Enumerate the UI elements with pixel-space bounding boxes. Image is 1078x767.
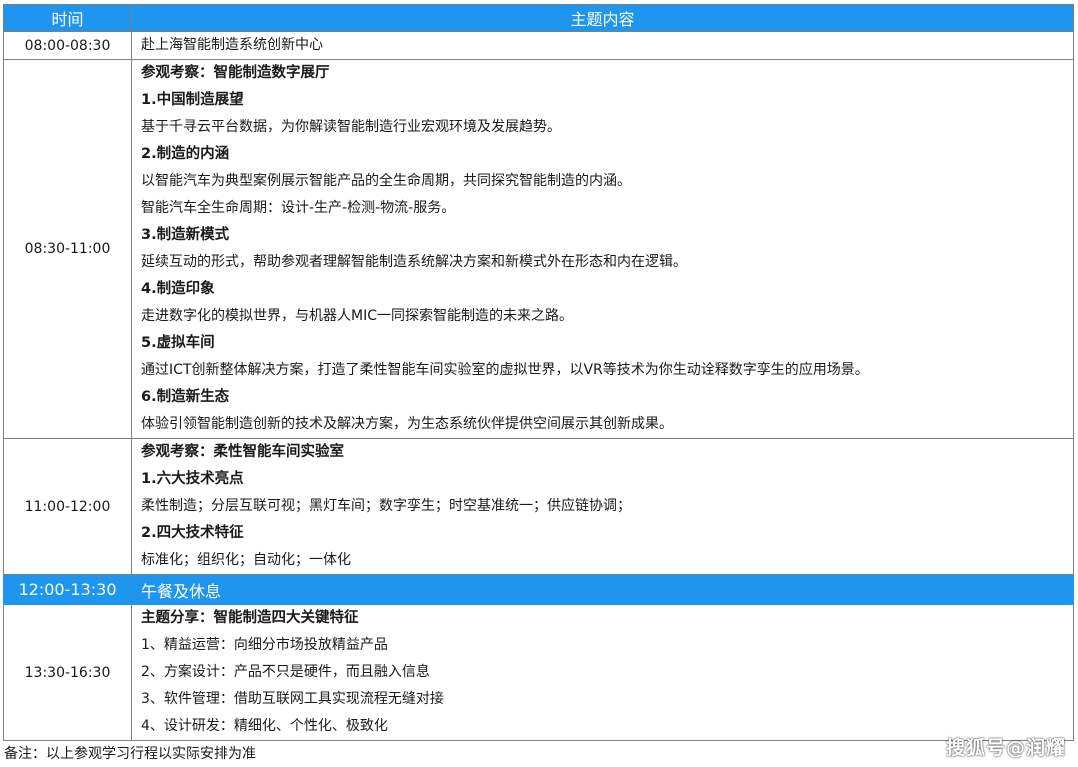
time-cell: 13:30-16:30 [3, 604, 132, 741]
section-heading: 3.制造新模式 [141, 227, 230, 243]
content-line: 标准化；组织化；自动化；一体化 [141, 552, 351, 568]
content-line: 基于千寻云平台数据，为你解读智能制造行业宏观环境及发展趋势。 [141, 119, 561, 135]
section-heading: 5.虚拟车间 [141, 335, 215, 351]
lunch-time-cell: 12:00-13:30 [3, 574, 132, 605]
content-cell: 主题分享：智能制造四大关键特征 1、精益运营：向细分市场投放精益产品 2、方案设… [131, 604, 1074, 741]
content-line: 通过ICT创新整体解决方案，打造了柔性智能车间实验室的虚拟世界，以VR等技术为你… [141, 362, 869, 378]
content-line: 走进数字化的模拟世界，与机器人MIC一同探索智能制造的未来之路。 [141, 308, 573, 324]
section-title: 主题分享：智能制造四大关键特征 [141, 610, 359, 626]
content-cell: 参观考察：柔性智能车间实验室 1.六大技术亮点 柔性制造；分层互联可视；黑灯车间… [131, 438, 1074, 575]
table-row: 08:30-11:00 参观考察：智能制造数字展厅 1.中国制造展望 基于千寻云… [3, 59, 1074, 439]
content-line: 以智能汽车为典型案例展示智能产品的全生命周期，共同探究智能制造的内涵。 [141, 173, 631, 189]
section-heading: 4.制造印象 [141, 281, 215, 297]
section-heading: 1.六大技术亮点 [141, 471, 244, 487]
table-row: 13:30-16:30 主题分享：智能制造四大关键特征 1、精益运营：向细分市场… [3, 604, 1074, 741]
content-line: 赴上海智能制造系统创新中心 [141, 37, 323, 53]
section-title: 参观考察：智能制造数字展厅 [141, 65, 330, 81]
time-cell: 08:30-11:00 [3, 59, 132, 439]
section-heading: 1.中国制造展望 [141, 92, 244, 108]
content-line: 4、设计研发：精细化、个性化、极致化 [141, 718, 388, 734]
table-header-row: 时间 主题内容 [3, 4, 1074, 32]
content-line: 1、精益运营：向细分市场投放精益产品 [141, 637, 388, 653]
content-line: 3、软件管理：借助互联网工具实现流程无缝对接 [141, 691, 444, 707]
watermark: 搜狐号@润耀 [945, 737, 1066, 759]
time-cell: 08:00-08:30 [3, 31, 132, 60]
content-line: 2、方案设计：产品不只是硬件，而且融入信息 [141, 664, 430, 680]
time-cell: 11:00-12:00 [3, 438, 132, 575]
section-heading: 6.制造新生态 [141, 389, 230, 405]
table-row: 11:00-12:00 参观考察：柔性智能车间实验室 1.六大技术亮点 柔性制造… [3, 438, 1074, 575]
schedule-table: 时间 主题内容 08:00-08:30 赴上海智能制造系统创新中心 08:30-… [3, 4, 1074, 741]
section-title: 参观考察：柔性智能车间实验室 [141, 444, 344, 460]
footnote: 备注：以上参观学习行程以实际安排为准 [4, 746, 256, 762]
lunch-row: 12:00-13:30 午餐及休息 [3, 574, 1074, 605]
schedule-sheet: 时间 主题内容 08:00-08:30 赴上海智能制造系统创新中心 08:30-… [3, 4, 1074, 741]
lunch-content-cell: 午餐及休息 [131, 574, 1074, 605]
header-content: 主题内容 [131, 4, 1074, 32]
content-line: 延续互动的形式，帮助参观者理解智能制造系统解决方案和新模式外在形态和内在逻辑。 [141, 254, 687, 270]
content-cell: 赴上海智能制造系统创新中心 [131, 31, 1074, 60]
section-heading: 2.制造的内涵 [141, 146, 230, 162]
content-line: 智能汽车全生命周期：设计-生产-检测-物流-服务。 [141, 200, 456, 216]
content-cell: 参观考察：智能制造数字展厅 1.中国制造展望 基于千寻云平台数据，为你解读智能制… [131, 59, 1074, 439]
content-line: 柔性制造；分层互联可视；黑灯车间；数字孪生；时空基准统一；供应链协调； [141, 498, 631, 514]
content-line: 体验引领智能制造创新的技术及解决方案，为生态系统伙伴提供空间展示其创新成果。 [141, 416, 673, 432]
table-row: 08:00-08:30 赴上海智能制造系统创新中心 [3, 31, 1074, 60]
section-heading: 2.四大技术特征 [141, 525, 244, 541]
header-time: 时间 [3, 4, 132, 32]
